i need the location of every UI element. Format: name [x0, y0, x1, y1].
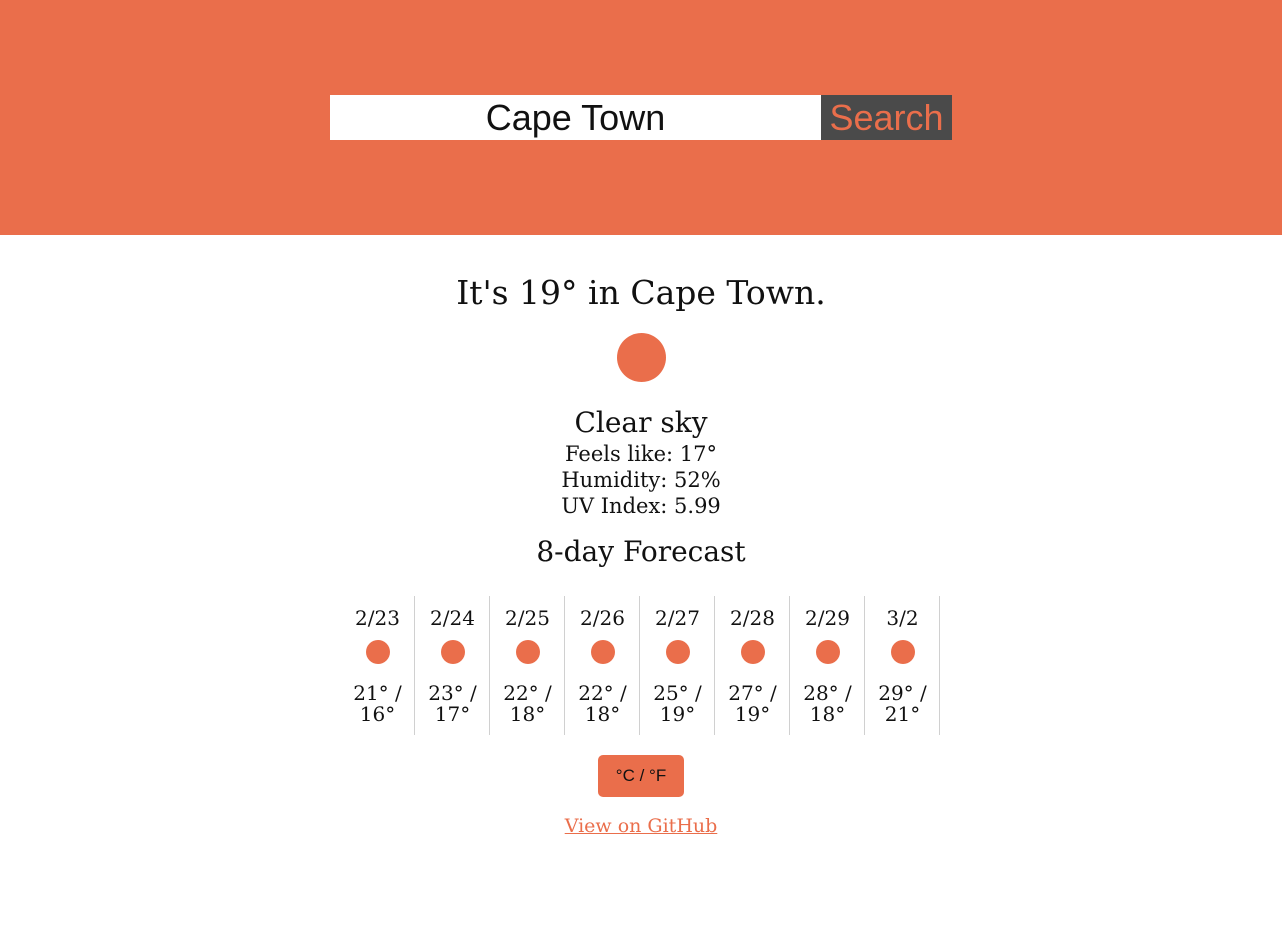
sun-icon [516, 640, 540, 664]
forecast-temps: 29° /21° [878, 681, 927, 726]
humidity-text: Humidity: 52% [561, 468, 721, 492]
forecast-date: 2/26 [580, 606, 625, 630]
forecast-day: 2/28 27° /19° [715, 596, 790, 735]
sun-icon [666, 640, 690, 664]
uv-index-text: UV Index: 5.99 [561, 494, 721, 518]
forecast-day: 3/2 29° /21° [865, 596, 940, 735]
forecast-day: 2/25 22° /18° [490, 596, 565, 735]
sun-icon [816, 640, 840, 664]
forecast-day: 2/26 22° /18° [565, 596, 640, 735]
forecast-temps: 23° /17° [428, 681, 477, 726]
sun-icon [891, 640, 915, 664]
search-bar: Search [330, 95, 952, 140]
forecast-date: 2/25 [505, 606, 550, 630]
forecast-temps: 27° /19° [728, 681, 777, 726]
sun-icon [591, 640, 615, 664]
sun-icon [366, 640, 390, 664]
feels-like-text: Feels like: 17° [564, 442, 717, 466]
sun-icon [741, 640, 765, 664]
forecast-date: 2/28 [730, 606, 775, 630]
forecast-day: 2/24 23° /17° [415, 596, 490, 735]
search-input[interactable] [330, 95, 821, 140]
forecast-day: 2/23 21° /16° [340, 596, 415, 735]
forecast-date: 2/27 [655, 606, 700, 630]
forecast-day: 2/27 25° /19° [640, 596, 715, 735]
forecast-date: 2/29 [805, 606, 850, 630]
forecast-date: 2/23 [355, 606, 400, 630]
forecast-temps: 22° /18° [578, 681, 627, 726]
forecast-temps: 28° /18° [803, 681, 852, 726]
forecast-temps: 22° /18° [503, 681, 552, 726]
forecast-title: 8-day Forecast [536, 535, 746, 568]
forecast-date: 2/24 [430, 606, 475, 630]
forecast-temps: 21° /16° [353, 681, 402, 726]
forecast-temps: 25° /19° [653, 681, 702, 726]
unit-toggle-button[interactable]: °C / °F [598, 755, 684, 797]
sun-icon [441, 640, 465, 664]
condition-text: Clear sky [574, 406, 708, 439]
header-banner: Search [0, 0, 1282, 235]
sun-icon [617, 333, 666, 382]
forecast-date: 3/2 [886, 606, 919, 630]
forecast-list: 2/23 21° /16° 2/24 23° /17° 2/25 22° /18… [340, 596, 940, 735]
current-weather-title: It's 19° in Cape Town. [456, 273, 826, 312]
github-link[interactable]: View on GitHub [0, 814, 1282, 838]
forecast-day: 2/29 28° /18° [790, 596, 865, 735]
search-button[interactable]: Search [821, 95, 952, 140]
